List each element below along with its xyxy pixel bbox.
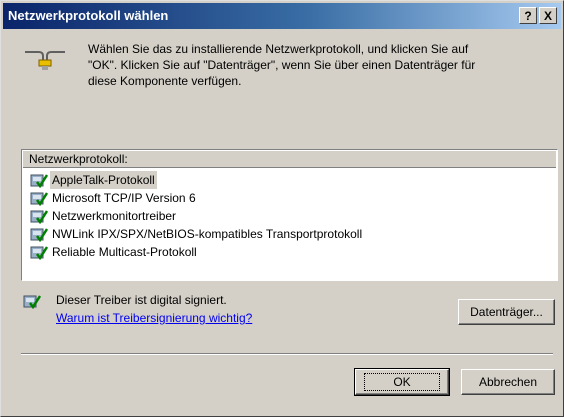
dialog-window: Netzwerkprotokoll wählen ? X Wählen Sie … xyxy=(0,0,564,417)
signed-driver-icon xyxy=(30,244,49,265)
intro-text: Wählen Sie das zu installierende Netzwer… xyxy=(88,41,548,89)
close-button[interactable]: X xyxy=(539,7,557,24)
disk-button[interactable]: Datenträger... xyxy=(458,299,555,325)
intro-line-1: Wählen Sie das zu installierende Netzwer… xyxy=(88,42,469,56)
list-item-label: NWLink IPX/SPX/NetBIOS-kompatibles Trans… xyxy=(52,227,363,241)
network-cable-icon xyxy=(25,51,65,70)
signature-info-link[interactable]: Warum ist Treibersignierung wichtig? xyxy=(56,311,252,325)
list-item-label: AppleTalk-Protokoll xyxy=(50,171,157,189)
title-bar[interactable]: Netzwerkprotokoll wählen ? X xyxy=(3,3,561,29)
signed-driver-icon xyxy=(23,295,41,309)
separator xyxy=(21,353,553,355)
list-item-label: Microsoft TCP/IP Version 6 xyxy=(52,191,196,205)
ok-button-label: OK xyxy=(364,373,440,391)
window-title: Netzwerkprotokoll wählen xyxy=(8,8,169,23)
intro-line-2: "OK". Klicken Sie auf "Datenträger", wen… xyxy=(88,58,476,72)
ok-button[interactable]: OK xyxy=(354,368,450,396)
help-button[interactable]: ? xyxy=(519,7,537,24)
signature-text: Dieser Treiber ist digital signiert. xyxy=(56,293,227,307)
intro-line-3: diese Komponente verfügen. xyxy=(88,74,242,88)
list-header[interactable]: Netzwerkprotokoll: xyxy=(23,151,556,168)
protocol-list[interactable]: Netzwerkprotokoll: AppleTalk-Protokoll Mi… xyxy=(21,149,558,281)
list-item-label: Netzwerkmonitortreiber xyxy=(52,209,177,223)
list-item-label: Reliable Multicast-Protokoll xyxy=(52,245,197,259)
cancel-button[interactable]: Abbrechen xyxy=(461,369,555,395)
